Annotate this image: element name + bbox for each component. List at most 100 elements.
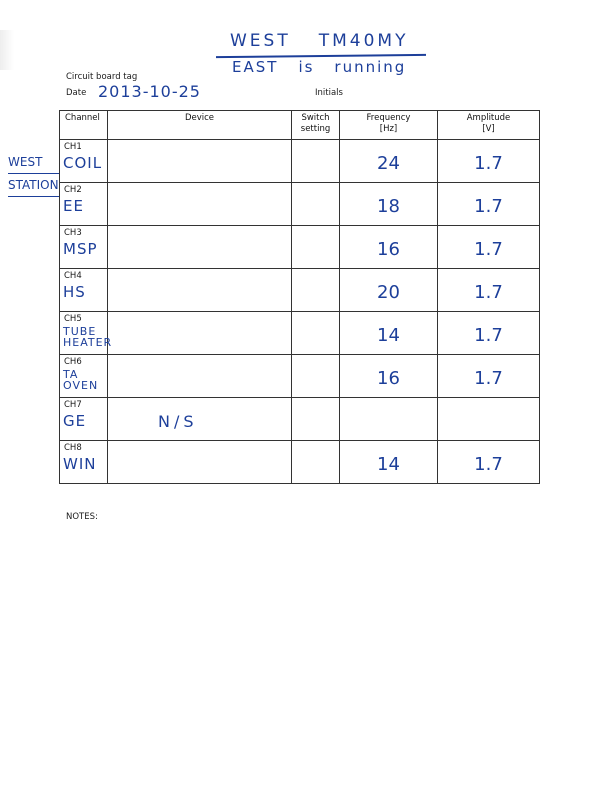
table-row: CH6 TA OVEN 16 1.7 bbox=[59, 354, 540, 398]
amplitude-cell[interactable]: 1.7 bbox=[437, 225, 540, 269]
device-name-line1: MSP bbox=[63, 240, 98, 258]
margin-note-west: WEST bbox=[8, 151, 59, 174]
channel-device-name: TUBE HEATER bbox=[63, 326, 112, 348]
date-value[interactable]: 2013-10-25 bbox=[98, 82, 201, 101]
channel-device-name: COIL bbox=[63, 154, 103, 172]
header-frequency-line2: [Hz] bbox=[379, 124, 398, 134]
switch-setting-cell[interactable] bbox=[291, 225, 340, 269]
switch-setting-cell[interactable] bbox=[291, 182, 340, 226]
frequency-cell[interactable] bbox=[339, 397, 438, 441]
amplitude-value: 1.7 bbox=[474, 368, 503, 389]
channel-log-table: Channel Device Switch setting Frequency [H… bbox=[59, 110, 540, 484]
amplitude-value: 1.7 bbox=[474, 153, 503, 174]
device-cell[interactable] bbox=[107, 440, 292, 484]
amplitude-value: 1.7 bbox=[474, 282, 503, 303]
device-cell[interactable] bbox=[107, 268, 292, 312]
header-amplitude-line1: Amplitude bbox=[466, 113, 511, 123]
frequency-value: 16 bbox=[377, 239, 400, 260]
amplitude-cell[interactable]: 1.7 bbox=[437, 139, 540, 183]
amplitude-cell[interactable]: 1.7 bbox=[437, 268, 540, 312]
channel-cell[interactable]: CH7 GE bbox=[59, 397, 108, 441]
channel-label: CH4 bbox=[64, 271, 82, 281]
switch-setting-cell[interactable] bbox=[291, 139, 340, 183]
channel-device-name: EE bbox=[63, 197, 84, 215]
header-note-west: WEST bbox=[230, 31, 291, 51]
amplitude-value: 1.7 bbox=[474, 454, 503, 475]
channel-cell[interactable]: CH5 TUBE HEATER bbox=[59, 311, 111, 355]
channel-cell[interactable]: CH2 EE bbox=[59, 182, 108, 226]
device-cell[interactable] bbox=[107, 139, 292, 183]
frequency-cell[interactable]: 18 bbox=[339, 182, 438, 226]
device-cell[interactable] bbox=[107, 225, 292, 269]
header-note-id: TM40MY bbox=[318, 31, 409, 51]
channel-label: CH3 bbox=[64, 228, 82, 238]
switch-setting-cell[interactable] bbox=[291, 311, 340, 355]
scan-artifact bbox=[0, 30, 14, 70]
amplitude-value: 1.7 bbox=[474, 239, 503, 260]
table-row: CH7 GE N/S bbox=[59, 397, 540, 441]
amplitude-value: 1.7 bbox=[474, 325, 503, 346]
date-label: Date bbox=[66, 88, 87, 98]
amplitude-value: 1.7 bbox=[474, 196, 503, 217]
frequency-cell[interactable]: 20 bbox=[339, 268, 438, 312]
channel-label: CH1 bbox=[64, 142, 82, 152]
header-amplitude: Amplitude [V] bbox=[437, 110, 540, 140]
channel-label: CH8 bbox=[64, 443, 82, 453]
channel-cell[interactable]: CH3 MSP bbox=[59, 225, 108, 269]
header-note-line1: WEST TM40MY bbox=[230, 31, 408, 51]
circuit-board-tag-label: Circuit board tag bbox=[66, 72, 138, 82]
header-channel-text: Channel bbox=[65, 113, 100, 123]
channel-cell[interactable]: CH6 TA OVEN bbox=[59, 354, 108, 398]
frequency-value: 18 bbox=[377, 196, 400, 217]
channel-label: CH5 bbox=[64, 314, 82, 324]
device-name-line1: WIN bbox=[63, 455, 97, 473]
header-channel: Channel bbox=[59, 110, 108, 140]
channel-device-name: WIN bbox=[63, 455, 97, 473]
switch-setting-cell[interactable] bbox=[291, 268, 340, 312]
channel-device-name: MSP bbox=[63, 240, 98, 258]
initials-label: Initials bbox=[315, 88, 343, 98]
table-row: CH8 WIN 14 1.7 bbox=[59, 440, 540, 484]
switch-setting-cell[interactable] bbox=[291, 397, 340, 441]
channel-cell[interactable]: CH8 WIN bbox=[59, 440, 108, 484]
channel-device-name: GE bbox=[63, 414, 86, 429]
device-name-line1: HS bbox=[63, 283, 86, 301]
channel-cell[interactable]: CH4 HS bbox=[59, 268, 108, 312]
table-row: CH1 COIL 24 1.7 bbox=[59, 139, 540, 183]
device-cell[interactable] bbox=[107, 182, 292, 226]
frequency-value: 14 bbox=[377, 325, 400, 346]
frequency-cell[interactable]: 14 bbox=[339, 311, 438, 355]
device-cell[interactable] bbox=[107, 354, 292, 398]
table-row: CH3 MSP 16 1.7 bbox=[59, 225, 540, 269]
table-row: CH5 TUBE HEATER 14 1.7 bbox=[59, 311, 540, 355]
switch-setting-cell[interactable] bbox=[291, 354, 340, 398]
header-amplitude-line2: [V] bbox=[482, 124, 495, 134]
header-frequency: Frequency [Hz] bbox=[339, 110, 438, 140]
device-cell[interactable] bbox=[107, 311, 292, 355]
channel-label: CH2 bbox=[64, 185, 82, 195]
amplitude-cell[interactable]: 1.7 bbox=[437, 182, 540, 226]
amplitude-cell[interactable] bbox=[437, 397, 540, 441]
frequency-cell[interactable]: 16 bbox=[339, 225, 438, 269]
frequency-value: 16 bbox=[377, 368, 400, 389]
amplitude-cell[interactable]: 1.7 bbox=[437, 354, 540, 398]
frequency-cell[interactable]: 24 bbox=[339, 139, 438, 183]
device-name-line1: EE bbox=[63, 197, 84, 215]
header-note-running: running bbox=[334, 58, 407, 76]
amplitude-cell[interactable]: 1.7 bbox=[437, 440, 540, 484]
device-note: N/S bbox=[158, 412, 198, 431]
channel-label: CH7 bbox=[64, 400, 82, 410]
device-name-line1: COIL bbox=[63, 154, 103, 172]
frequency-value: 24 bbox=[377, 153, 400, 174]
channel-device-name: TA OVEN bbox=[63, 369, 98, 391]
device-cell[interactable]: N/S bbox=[107, 397, 292, 441]
frequency-cell[interactable]: 16 bbox=[339, 354, 438, 398]
frequency-cell[interactable]: 14 bbox=[339, 440, 438, 484]
margin-note-station: STATION bbox=[8, 174, 59, 197]
channel-label: CH6 bbox=[64, 357, 82, 367]
switch-setting-cell[interactable] bbox=[291, 440, 340, 484]
channel-cell[interactable]: CH1 COIL bbox=[59, 139, 108, 183]
header-switch-setting: Switch setting bbox=[291, 110, 340, 140]
amplitude-cell[interactable]: 1.7 bbox=[437, 311, 540, 355]
device-name-line2: HEATER bbox=[63, 336, 113, 349]
